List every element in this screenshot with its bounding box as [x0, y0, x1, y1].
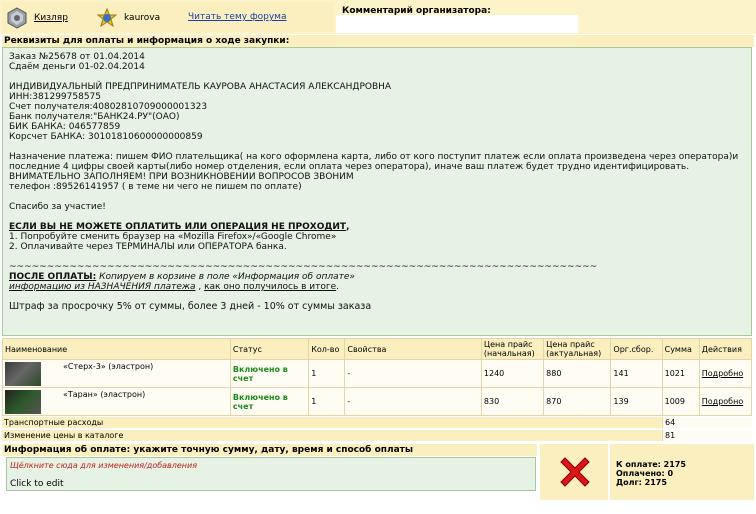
- col-name: Наименование: [2, 338, 231, 360]
- table-row: «Таран» (эластрон) Включено в счет 1 - 8…: [2, 387, 753, 416]
- item-fee: 141: [610, 359, 663, 388]
- details-link[interactable]: Подробно: [702, 397, 743, 406]
- req-line: Счет получателя:40802810709000001323: [9, 102, 208, 112]
- item-name-cell: «Стерх-3» (эластрон): [2, 359, 231, 388]
- after-pay-sep: ,: [195, 282, 205, 292]
- forum-link[interactable]: Читать тему форума: [188, 12, 287, 22]
- item-sum: 1009: [661, 387, 700, 416]
- req-line: Заказ №25678 от 01.04.2014: [9, 52, 145, 62]
- tilde-divider: ~~~~~~~~~~~~~~~~~~~~~~~~~~~~~~~~~~~~~~~~…: [9, 262, 598, 272]
- req-line: Банк получателя:"БАНК24.РУ"(ОАО): [9, 112, 180, 122]
- organizer-comment-field[interactable]: [336, 15, 578, 33]
- table-header: Наименование Статус Кол-во Свойства Цена…: [2, 338, 753, 360]
- item-status: Включено в счет: [229, 387, 310, 416]
- col-fee: Орг.сбор.: [610, 338, 663, 360]
- payment-edit-hint[interactable]: Щёлкните сюда для изменения/добавления: [10, 461, 532, 470]
- item-price-actual: 870: [543, 387, 612, 416]
- after-pay-dot: .: [336, 282, 340, 292]
- item-props: -: [344, 387, 482, 416]
- to-pay-total: К оплате: 2175: [616, 460, 686, 469]
- after-pay-result: как оно получилось в итоге: [204, 282, 337, 292]
- paid-total: Оплачено: 0: [616, 469, 674, 478]
- item-price-actual: 880: [543, 359, 612, 388]
- payment-purpose: Назначение платежа: пишем ФИО плательщик…: [9, 152, 739, 172]
- item-props: -: [344, 359, 482, 388]
- after-pay-text: Копируем в корзине в поле «Информация об…: [99, 272, 355, 282]
- details-link[interactable]: Подробно: [702, 369, 743, 378]
- table-row: «Стерх-3» (эластрон) Включено в счет 1 -…: [2, 359, 753, 388]
- cancel-x-icon[interactable]: [557, 454, 593, 490]
- requisites-header: Реквизиты для оплаты и информация о ходе…: [2, 35, 754, 47]
- city-badge-icon: [7, 7, 27, 29]
- item-name: «Стерх-3» (эластрон): [63, 361, 154, 371]
- top-bar: Кизляр kaurova Читать тему форума Коммен…: [0, 0, 756, 34]
- item-fee: 139: [610, 387, 663, 416]
- req-line: [9, 72, 745, 82]
- req-line: Корсчет БАНКА: 30101810600000000859: [9, 132, 203, 142]
- cant-pay-line: ЕСЛИ ВЫ НЕ МОЖЕТЕ ОПЛАТИТЬ ИЛИ ОПЕРАЦИЯ …: [9, 222, 745, 232]
- after-pay-purpose: информацию из НАЗНАЧЕНИЯ платежа: [9, 282, 196, 292]
- col-status: Статус: [229, 338, 310, 360]
- click-to-edit[interactable]: Click to edit: [10, 479, 63, 489]
- col-price-actual: Цена прайс (актуальная): [543, 338, 612, 360]
- city-block: Кизляр: [6, 7, 68, 29]
- req-line: ИНДИВИДУАЛЬНЫЙ ПРЕДПРИНИМАТЕЛЬ КАУРОВА А…: [9, 82, 392, 92]
- after-pay-line: ПОСЛЕ ОПЛАТЫ: Копируем в корзине в поле …: [9, 272, 745, 282]
- item-name: «Таран» (эластрон): [63, 389, 146, 399]
- cancel-area: [540, 444, 608, 500]
- user-block: kaurova: [96, 7, 160, 29]
- tip-line: 1. Попробуйте сменить браузер на «Mozill…: [9, 232, 337, 242]
- col-sum: Сумма: [661, 338, 700, 360]
- item-sum: 1021: [661, 359, 700, 388]
- city-link[interactable]: Кизляр: [34, 13, 68, 23]
- debt-total: Долг: 2175: [616, 478, 667, 487]
- cant-pay-comma: ,: [346, 222, 350, 232]
- payment-info-field[interactable]: Щёлкните сюда для изменения/добавления C…: [6, 457, 536, 491]
- cant-pay-text: ЕСЛИ ВЫ НЕ МОЖЕТЕ ОПЛАТИТЬ ИЛИ ОПЕРАЦИЯ …: [9, 222, 347, 232]
- thanks-line: Спасибо за участие!: [9, 202, 106, 212]
- col-qty: Кол-во: [308, 338, 346, 360]
- requisites-box: Заказ №25678 от 01.04.2014 Сдаём деньги …: [2, 47, 752, 336]
- user-name[interactable]: kaurova: [124, 13, 160, 23]
- item-status: Включено в счет: [229, 359, 310, 388]
- items-table: Наименование Статус Кол-во Свойства Цена…: [2, 338, 753, 416]
- col-props: Свойства: [344, 338, 482, 360]
- price-change-value: 81: [662, 430, 752, 441]
- price-change-label: Изменение цены в каталоге: [4, 431, 124, 440]
- item-price-start: 1240: [480, 359, 545, 388]
- req-line: Сдаём деньги 01-02.04.2014: [9, 62, 145, 72]
- after-pay-line-2: информацию из НАЗНАЧЕНИЯ платежа , как о…: [9, 282, 745, 292]
- item-qty: 1: [308, 359, 346, 388]
- payment-info-header: Информация об оплате: укажите точную сум…: [2, 444, 537, 456]
- product-thumbnail[interactable]: [5, 389, 41, 414]
- item-qty: 1: [308, 387, 346, 416]
- after-pay-label: ПОСЛЕ ОПЛАТЫ:: [9, 272, 97, 282]
- product-thumbnail[interactable]: [5, 361, 41, 386]
- warning-line: ВНИМАТЕЛЬНО ЗАПОЛНЯЕМ! ПРИ ВОЗНИКНОВЕНИИ…: [9, 172, 354, 182]
- item-action-cell: Подробно: [698, 359, 753, 388]
- price-change-row: Изменение цены в каталоге 81: [2, 430, 752, 441]
- user-rank-icon: [96, 7, 118, 28]
- fine-line: Штраф за просрочку 5% от суммы, более 3 …: [9, 301, 372, 312]
- totals-panel: К оплате: 2175 Оплачено: 0 Долг: 2175: [610, 444, 754, 500]
- tip-line: 2. Оплачивайте через ТЕРМИНАЛЫ или ОПЕРА…: [9, 242, 287, 252]
- col-price-start: Цена прайс (начальная): [480, 338, 545, 360]
- phone-line: телефон :89526141957 ( в теме ни чего не…: [9, 182, 302, 192]
- transport-label: Транспортные расходы: [4, 418, 104, 427]
- item-action-cell: Подробно: [698, 387, 753, 416]
- req-line: ИНН:381299758575: [9, 92, 102, 102]
- col-actions: Действия: [698, 338, 753, 360]
- item-price-start: 830: [480, 387, 545, 416]
- transport-value: 64: [662, 417, 752, 428]
- item-name-cell: «Таран» (эластрон): [2, 387, 231, 416]
- req-line: БИК БАНКА: 046577859: [9, 122, 121, 132]
- transport-row: Транспортные расходы 64: [2, 417, 752, 428]
